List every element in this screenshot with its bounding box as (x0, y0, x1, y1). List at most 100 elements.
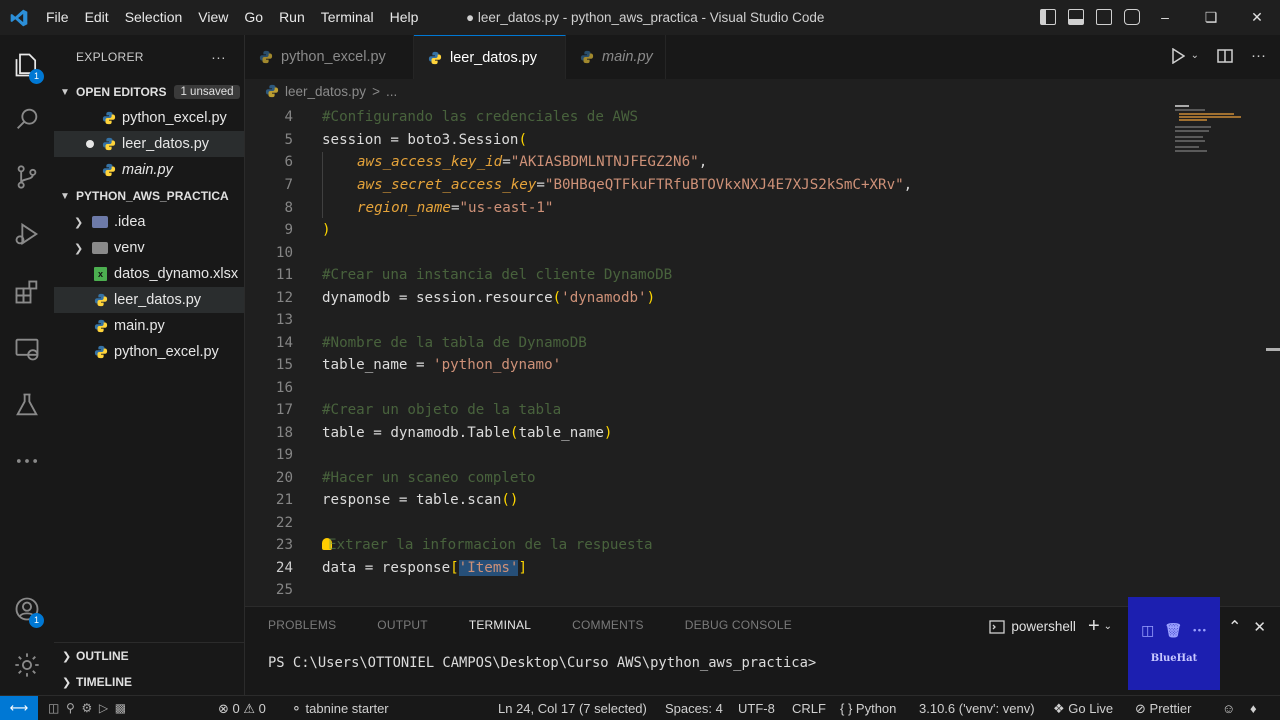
testing-icon[interactable] (0, 381, 54, 429)
split-editor-icon[interactable] (1217, 48, 1233, 64)
tab-terminal[interactable]: TERMINAL (469, 618, 531, 632)
breadcrumb-file[interactable]: leer_datos.py (285, 84, 366, 99)
close-panel-icon[interactable]: ✕ (1253, 618, 1266, 636)
project-section[interactable]: ▼ PYTHON_AWS_PRACTICA (54, 183, 244, 209)
accounts-icon[interactable]: 1 (0, 585, 54, 633)
chevron-right-icon: ❯ (62, 676, 72, 689)
toggle-secondary-sidebar-icon[interactable] (1096, 9, 1112, 25)
minimap[interactable] (1173, 103, 1263, 163)
menu-run[interactable]: Run (271, 0, 313, 35)
tabnine-status[interactable]: ⚬ tabnine starter (291, 696, 389, 720)
restore-icon[interactable]: ❏ (1188, 0, 1234, 35)
code-line: 10 (245, 242, 1175, 264)
manage-gear-icon[interactable] (0, 641, 54, 689)
open-editor-python-excel[interactable]: python_excel.py (54, 105, 244, 131)
code-token: ( (518, 132, 528, 148)
code-line: 21 response = table.scan() (245, 489, 1175, 511)
outline-section[interactable]: ❯ OUTLINE (54, 643, 244, 669)
more-views-icon[interactable] (0, 437, 54, 485)
run-dropdown-chevron-icon[interactable]: ⌄ (1191, 50, 1199, 61)
remote-indicator-icon[interactable]: ⟷ (0, 695, 38, 720)
tab-output[interactable]: OUTPUT (377, 618, 428, 632)
code-line: 22 (245, 512, 1175, 534)
tree-item-xlsx[interactable]: x datos_dynamo.xlsx (54, 261, 244, 287)
terminal-prompt[interactable]: PS C:\Users\OTTONIEL CAMPOS\Desktop\Curs… (268, 655, 816, 671)
menu-edit[interactable]: Edit (77, 0, 117, 35)
code-token: ) (322, 222, 331, 238)
remote-explorer-icon[interactable] (0, 325, 54, 373)
selected-string: 'Items' (458, 560, 519, 576)
run-debug-icon[interactable] (0, 210, 54, 258)
explorer-icon[interactable]: 1 (0, 41, 54, 89)
menu-selection[interactable]: Selection (117, 0, 191, 35)
line-number: 11 (275, 267, 293, 283)
tree-item-idea[interactable]: ❯ .idea (54, 209, 244, 235)
tree-item-main[interactable]: main.py (54, 313, 244, 339)
python-interpreter[interactable]: 3.10.6 ('venv': venv) (919, 696, 1035, 720)
menu-file[interactable]: File (38, 0, 77, 35)
line-number: 24 (275, 560, 293, 576)
tab-label: leer_datos.py (450, 49, 538, 66)
file-name: leer_datos.py (122, 136, 210, 152)
line-number: 13 (275, 312, 293, 328)
indentation[interactable]: Spaces: 4 (665, 696, 723, 720)
open-editor-leer-datos[interactable]: leer_datos.py (54, 131, 244, 157)
timeline-section[interactable]: ❯ TIMELINE (54, 669, 244, 695)
prettier-status[interactable]: ⊘ Prettier (1135, 696, 1191, 720)
code-line: 6 aws_access_key_id="AKIASBDMLNTNJFEGZ2N6… (245, 151, 1175, 173)
search-icon[interactable] (0, 95, 54, 143)
maximize-panel-chevron-icon[interactable]: ⌃ (1228, 617, 1241, 637)
tree-item-python-excel[interactable]: python_excel.py (54, 339, 244, 365)
terminal-shell-selector[interactable]: powershell (989, 619, 1076, 634)
menu-go[interactable]: Go (236, 0, 271, 35)
run-python-file-icon[interactable] (1171, 47, 1185, 64)
cursor-position[interactable]: Ln 24, Col 17 (7 selected) (498, 696, 647, 720)
minimize-icon[interactable]: – (1142, 0, 1188, 35)
tree-item-venv[interactable]: ❯ venv (54, 235, 244, 261)
comment: #Configurando las credenciales de AWS (322, 109, 639, 125)
code-token: region_name (357, 200, 451, 216)
open-editors-section[interactable]: ▼ OPEN EDITORS 1 unsaved (54, 79, 244, 105)
go-live-label: Go Live (1068, 701, 1114, 716)
tab-main[interactable]: main.py (566, 35, 666, 79)
account-status-icon[interactable]: ☺ (1222, 696, 1235, 720)
language-mode[interactable]: { } Python (840, 696, 896, 720)
tab-comments[interactable]: COMMENTS (572, 618, 644, 632)
tree-item-leer-datos[interactable]: leer_datos.py (54, 287, 244, 313)
go-live[interactable]: ❖ Go Live (1053, 696, 1113, 720)
tab-python-excel[interactable]: python_excel.py (245, 35, 414, 79)
terminal-icon (989, 619, 1006, 634)
line-number: 14 (275, 335, 293, 351)
menu-terminal[interactable]: Terminal (313, 0, 382, 35)
line-number: 4 (284, 109, 293, 125)
notifications-bell-icon[interactable]: ♦ (1250, 696, 1257, 720)
file-name: main.py (114, 318, 165, 334)
source-control-icon[interactable] (0, 153, 54, 201)
toggle-primary-sidebar-icon[interactable] (1040, 9, 1056, 25)
terminal-dropdown-chevron-icon[interactable]: ⌄ (1104, 621, 1112, 632)
more-actions-icon[interactable]: ··· (1251, 47, 1266, 64)
code-token: session (322, 132, 382, 148)
problems-status[interactable]: ⊗ 0 ⚠ 0 (218, 696, 266, 720)
line-number: 5 (284, 132, 293, 148)
line-number: 18 (275, 425, 293, 441)
tab-leer-datos[interactable]: leer_datos.py (414, 35, 566, 79)
code-editor[interactable]: 4 #Configurando las credenciales de AWS 5… (245, 103, 1280, 606)
new-terminal-plus-icon[interactable]: + (1088, 615, 1100, 638)
breadcrumb-symbols[interactable]: ... (386, 84, 397, 99)
toggle-panel-icon[interactable] (1068, 9, 1084, 25)
end-of-line[interactable]: CRLF (792, 696, 826, 720)
scrollbar[interactable] (1266, 348, 1280, 351)
tab-problems[interactable]: PROBLEMS (268, 618, 336, 632)
explorer-more-icon[interactable]: ··· (211, 49, 226, 65)
extensions-icon[interactable] (0, 268, 54, 316)
code-token: table = dynamodb.Table (322, 425, 510, 441)
open-editor-main[interactable]: main.py (54, 157, 244, 183)
encoding[interactable]: UTF-8 (738, 696, 775, 720)
menu-help[interactable]: Help (382, 0, 427, 35)
chevron-right-icon: ❯ (74, 216, 84, 229)
close-window-icon[interactable]: ✕ (1234, 0, 1280, 35)
menu-view[interactable]: View (190, 0, 236, 35)
customize-layout-icon[interactable] (1124, 9, 1140, 25)
tab-debug-console[interactable]: DEBUG CONSOLE (685, 618, 792, 632)
